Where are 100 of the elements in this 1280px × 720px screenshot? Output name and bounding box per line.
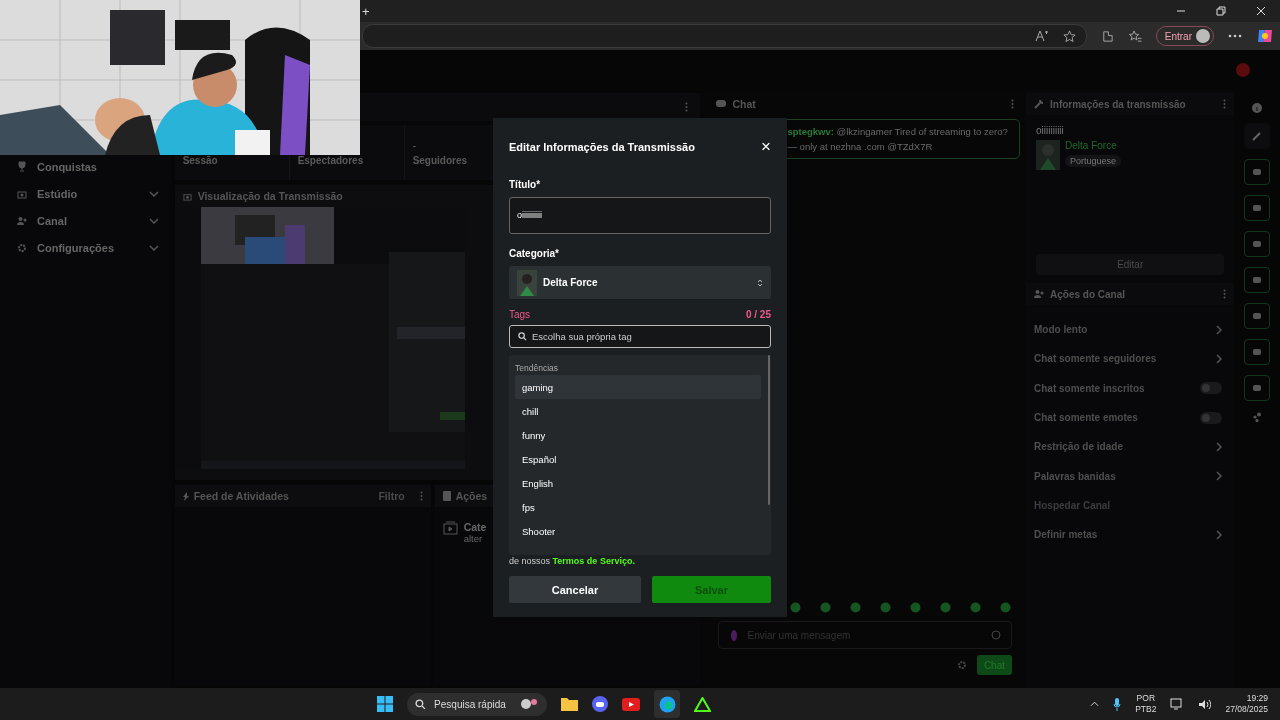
panel-title: Ações	[455, 490, 489, 502]
copilot-icon[interactable]	[1256, 27, 1274, 45]
windows-icon[interactable]	[377, 696, 394, 712]
volume-icon[interactable]	[1198, 698, 1212, 710]
sidebar-item[interactable]: Estúdio	[0, 180, 171, 207]
microphone-icon[interactable]	[1113, 697, 1122, 711]
tool-icon[interactable]	[1244, 303, 1271, 329]
network-icon[interactable]	[1170, 698, 1185, 710]
sign-in-button[interactable]: Entrar	[1155, 26, 1214, 46]
tool-icon[interactable]	[1244, 339, 1271, 365]
toggle-switch[interactable]	[1200, 382, 1223, 395]
tag-option[interactable]: chill	[515, 399, 761, 423]
dropdown-heading: Tendências	[515, 363, 559, 373]
wrench-icon	[1034, 99, 1044, 109]
panel-title: Visualização da Transmissão	[197, 190, 343, 202]
chevron-right-icon	[1216, 324, 1223, 335]
tool-icon[interactable]	[1244, 375, 1271, 401]
browser-icon[interactable]	[654, 690, 681, 718]
chevron-right-icon	[1216, 441, 1223, 452]
clock[interactable]: 19:29 27/08/2025	[1225, 693, 1268, 715]
kebab-icon[interactable]	[685, 102, 689, 112]
emote-icon[interactable]	[790, 602, 802, 613]
field-label: Categoria*	[509, 247, 560, 259]
sidebar-item[interactable]: Conquistas	[0, 153, 171, 180]
read-aloud-icon[interactable]	[1034, 30, 1049, 42]
folder-icon[interactable]	[561, 697, 579, 711]
kebab-icon[interactable]	[1223, 99, 1227, 109]
star-icon[interactable]	[1062, 29, 1076, 43]
chevron-right-icon	[1216, 529, 1223, 540]
kebab-icon[interactable]	[419, 491, 423, 501]
trophy-icon	[17, 161, 27, 172]
taskbar-search[interactable]: Pesquisa rápida	[407, 692, 548, 716]
emoji-icon[interactable]	[991, 630, 1001, 640]
tag-option[interactable]: fps	[515, 495, 761, 519]
stat-label: Espectadores	[297, 155, 365, 166]
dots-icon[interactable]	[1251, 411, 1264, 423]
toggle-switch[interactable]	[1200, 411, 1223, 424]
tag-option[interactable]: Español	[515, 447, 761, 471]
play-icon[interactable]	[622, 697, 641, 711]
close-icon[interactable]	[1256, 6, 1266, 16]
more-icon[interactable]	[1228, 34, 1242, 38]
users-icon	[17, 215, 27, 226]
restore-icon[interactable]	[1216, 6, 1226, 16]
channel-action[interactable]: Chat somente emotes	[1026, 402, 1235, 433]
tool-icon[interactable]	[1244, 195, 1271, 221]
category-link[interactable]: Delta Force	[1065, 140, 1117, 151]
sort-icon	[757, 277, 763, 288]
keyboard-layout[interactable]: POR PTB2	[1135, 693, 1157, 715]
panel-title: Ações do Canal	[1050, 288, 1127, 300]
tool-icon[interactable]	[1244, 267, 1271, 293]
new-tab-button[interactable]: +	[362, 3, 370, 19]
pencil-icon[interactable]	[1244, 123, 1271, 149]
settings-icon[interactable]	[956, 660, 967, 670]
camera-icon	[17, 188, 27, 199]
emote-icon[interactable]	[880, 602, 892, 613]
channel-action[interactable]: Chat somente seguidores	[1026, 344, 1235, 374]
cancel-button[interactable]: Cancelar	[509, 576, 641, 603]
tool-icon[interactable]	[1244, 159, 1271, 185]
category-select[interactable]: Delta Force	[509, 265, 771, 300]
channel-action[interactable]: Modo lento	[1026, 315, 1235, 345]
tag-option[interactable]: English	[515, 471, 761, 495]
terms-link[interactable]: Termos de Serviço.	[552, 556, 635, 566]
tool-icon[interactable]	[1244, 231, 1271, 257]
kebab-icon[interactable]	[1011, 99, 1014, 109]
avatar-icon	[1196, 29, 1210, 43]
tag-option[interactable]: funny	[515, 423, 761, 447]
field-label: Título*	[509, 178, 542, 190]
emote-icon[interactable]	[940, 602, 952, 613]
edit-button[interactable]: Editar	[1036, 254, 1225, 275]
triangle-icon[interactable]	[694, 696, 712, 712]
emote-icon[interactable]	[910, 602, 922, 613]
tag-option[interactable]: gaming	[515, 375, 761, 399]
extensions-icon[interactable]	[1100, 29, 1114, 43]
stat-label: Seguidores	[412, 155, 469, 166]
channel-action[interactable]: Definir metas	[1026, 520, 1235, 550]
language-tag: Portuguese	[1065, 155, 1122, 167]
tag-option[interactable]: Shooter	[515, 519, 761, 543]
sidebar-item[interactable]: Configurações	[0, 234, 171, 261]
action-title: Cate	[463, 521, 487, 533]
emote-icon[interactable]	[820, 602, 832, 613]
channel-action[interactable]: Restrição de idade	[1026, 432, 1235, 462]
channel-action[interactable]: Chat somente inscritos	[1026, 373, 1235, 403]
channel-action[interactable]: Palavras banidas	[1026, 461, 1235, 491]
kebab-icon[interactable]	[1223, 289, 1227, 299]
scrollbar[interactable]	[768, 355, 770, 505]
tag-search-field[interactable]: Escolha sua própria tag	[509, 325, 771, 349]
emote-icon[interactable]	[1000, 602, 1012, 613]
close-button[interactable]: ×	[761, 138, 771, 156]
info-icon[interactable]	[1252, 103, 1263, 113]
favorites-icon[interactable]	[1127, 29, 1142, 43]
sidebar-item[interactable]: Canal	[0, 207, 171, 234]
chevron-up-icon[interactable]	[1090, 701, 1100, 707]
filter-button[interactable]: Filtro	[378, 490, 405, 502]
chevron-right-icon	[1216, 353, 1223, 364]
chat-bubble-icon[interactable]	[592, 696, 609, 712]
title-input[interactable]: oiiiiiiiiii	[509, 196, 771, 234]
profile-avatar[interactable]	[1236, 63, 1250, 77]
emote-icon[interactable]	[850, 602, 862, 613]
emote-icon[interactable]	[970, 602, 982, 613]
address-field[interactable]	[362, 24, 1087, 48]
